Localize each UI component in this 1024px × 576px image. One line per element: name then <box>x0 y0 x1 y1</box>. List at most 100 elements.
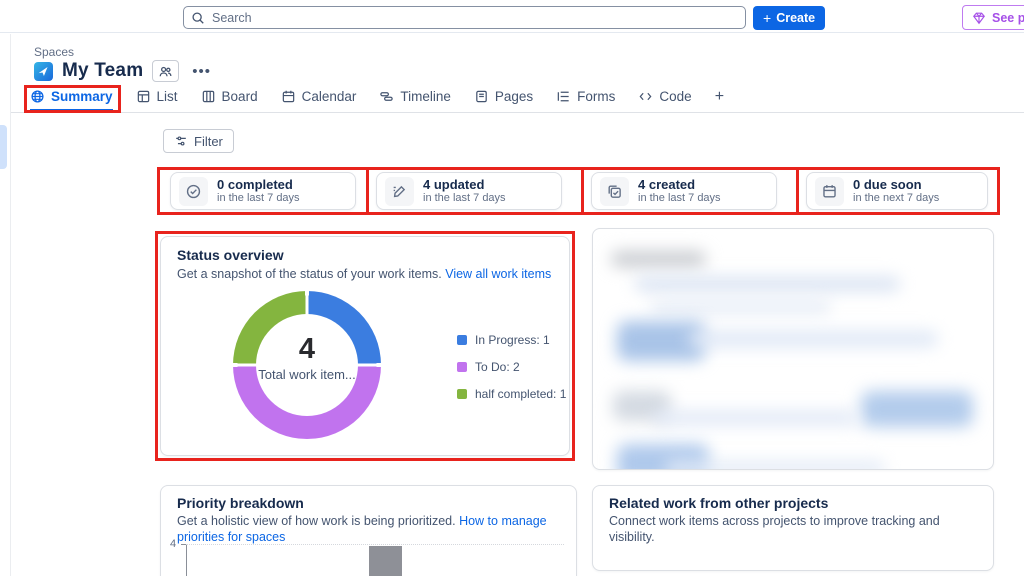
filter-button[interactable]: Filter <box>163 129 234 153</box>
tab-summary[interactable]: Summary <box>30 88 113 111</box>
tab-list[interactable]: List <box>136 88 178 111</box>
donut-legend: In Progress: 1 To Do: 2 half completed: … <box>457 333 566 414</box>
tab-add[interactable]: + <box>715 88 724 111</box>
tab-calendar-label: Calendar <box>302 89 357 104</box>
view-all-work-items-link[interactable]: View all work items <box>445 267 551 281</box>
plus-icon: + <box>763 11 771 25</box>
stat-title: 0 due soon <box>853 177 939 192</box>
tab-board[interactable]: Board <box>201 88 258 111</box>
tab-forms[interactable]: Forms <box>556 88 615 111</box>
tab-timeline-label: Timeline <box>400 89 451 104</box>
tab-pages[interactable]: Pages <box>474 88 533 111</box>
stat-title: 0 completed <box>217 177 300 192</box>
y-axis-tick-label: 4 <box>170 538 176 550</box>
tab-code[interactable]: Code <box>638 88 691 111</box>
created-check-icon <box>606 183 623 200</box>
tab-summary-label: Summary <box>51 89 113 104</box>
globe-icon <box>30 89 45 104</box>
blurred-content <box>611 251 706 267</box>
sidebar-collapsed-indicator[interactable] <box>0 125 7 169</box>
sidebar-divider <box>10 34 11 576</box>
search-icon <box>191 11 205 25</box>
more-actions-button[interactable]: ••• <box>188 63 215 80</box>
search-input[interactable] <box>183 6 746 29</box>
stat-subtitle: in the last 7 days <box>638 192 721 205</box>
donut-total-label: Total work item... <box>233 367 381 382</box>
related-work-title: Related work from other projects <box>609 495 828 511</box>
legend-swatch-blue <box>457 335 467 345</box>
gridline-4 <box>186 544 564 545</box>
blurred-content <box>688 331 938 347</box>
stat-title: 4 updated <box>423 177 506 192</box>
calendar-icon <box>281 89 296 104</box>
annotation-divider <box>581 167 584 215</box>
priority-breakdown-card: Priority breakdown Get a holistic view o… <box>160 485 577 576</box>
see-plans-button[interactable]: See pla <box>962 5 1024 30</box>
view-tabs: Summary List Board Calendar Timeline Pag… <box>30 88 724 111</box>
breadcrumb[interactable]: Spaces <box>34 45 74 59</box>
plus-icon: + <box>715 88 724 106</box>
priority-bar[interactable] <box>369 546 402 576</box>
blurred-content <box>665 461 885 470</box>
tab-forms-label: Forms <box>577 89 615 104</box>
code-icon <box>638 89 653 104</box>
stat-title: 4 created <box>638 177 721 192</box>
gem-icon <box>972 11 986 25</box>
status-overview-card: Status overview Get a snapshot of the st… <box>160 236 570 456</box>
tab-list-label: List <box>157 89 178 104</box>
blurred-card <box>592 228 994 470</box>
members-button[interactable] <box>152 60 179 82</box>
board-columns-icon <box>201 89 216 104</box>
filter-icon <box>174 134 188 148</box>
page-icon <box>474 89 489 104</box>
form-lines-icon <box>556 89 571 104</box>
priority-breakdown-title: Priority breakdown <box>177 495 304 511</box>
blurred-content <box>635 277 900 291</box>
status-overview-description: Get a snapshot of the status of your wor… <box>177 267 442 281</box>
legend-swatch-purple <box>457 362 467 372</box>
legend-item-to-do[interactable]: To Do: 2 <box>457 360 566 374</box>
filter-label: Filter <box>194 134 223 149</box>
calendar-icon <box>821 183 838 200</box>
app-window: + Create See pla Spaces My Team ••• Summ… <box>0 0 1024 576</box>
create-button-label: Create <box>776 11 815 25</box>
blurred-content <box>861 391 973 427</box>
stat-card-created[interactable]: 4 created in the last 7 days <box>591 172 777 210</box>
stat-card-completed[interactable]: 0 completed in the last 7 days <box>170 172 356 210</box>
blurred-content <box>651 301 831 313</box>
people-icon <box>158 64 173 79</box>
space-avatar <box>34 62 53 81</box>
status-overview-title: Status overview <box>177 247 284 263</box>
stat-subtitle: in the last 7 days <box>217 192 300 205</box>
status-donut-chart[interactable]: 4 Total work item... <box>233 291 381 439</box>
pencil-icon <box>391 183 408 200</box>
tab-timeline[interactable]: Timeline <box>379 88 451 111</box>
stat-card-updated[interactable]: 4 updated in the last 7 days <box>376 172 562 210</box>
legend-label: half completed: 1 <box>475 387 566 401</box>
related-work-description: Connect work items across projects to im… <box>609 513 979 545</box>
page-title: My Team <box>62 60 143 82</box>
stat-card-due-soon[interactable]: 0 due soon in the next 7 days <box>806 172 988 210</box>
check-circle-icon <box>185 183 202 200</box>
legend-label: In Progress: 1 <box>475 333 550 347</box>
stat-subtitle: in the next 7 days <box>853 192 939 205</box>
create-button[interactable]: + Create <box>753 6 825 30</box>
stat-subtitle: in the last 7 days <box>423 192 506 205</box>
legend-item-in-progress[interactable]: In Progress: 1 <box>457 333 566 347</box>
table-icon <box>136 89 151 104</box>
see-plans-label: See pla <box>992 11 1024 25</box>
tab-calendar[interactable]: Calendar <box>281 88 357 111</box>
legend-swatch-green <box>457 389 467 399</box>
blurred-content <box>653 411 858 425</box>
tab-pages-label: Pages <box>495 89 533 104</box>
y-axis-line <box>186 544 187 576</box>
tab-board-label: Board <box>222 89 258 104</box>
legend-label: To Do: 2 <box>475 360 520 374</box>
tab-code-label: Code <box>659 89 691 104</box>
donut-total-value: 4 <box>233 333 381 366</box>
annotation-divider <box>366 167 369 215</box>
legend-item-half-completed[interactable]: half completed: 1 <box>457 387 566 401</box>
tabs-divider <box>11 112 1024 113</box>
priority-breakdown-description: Get a holistic view of how work is being… <box>177 514 456 528</box>
rocket-icon <box>37 65 50 78</box>
